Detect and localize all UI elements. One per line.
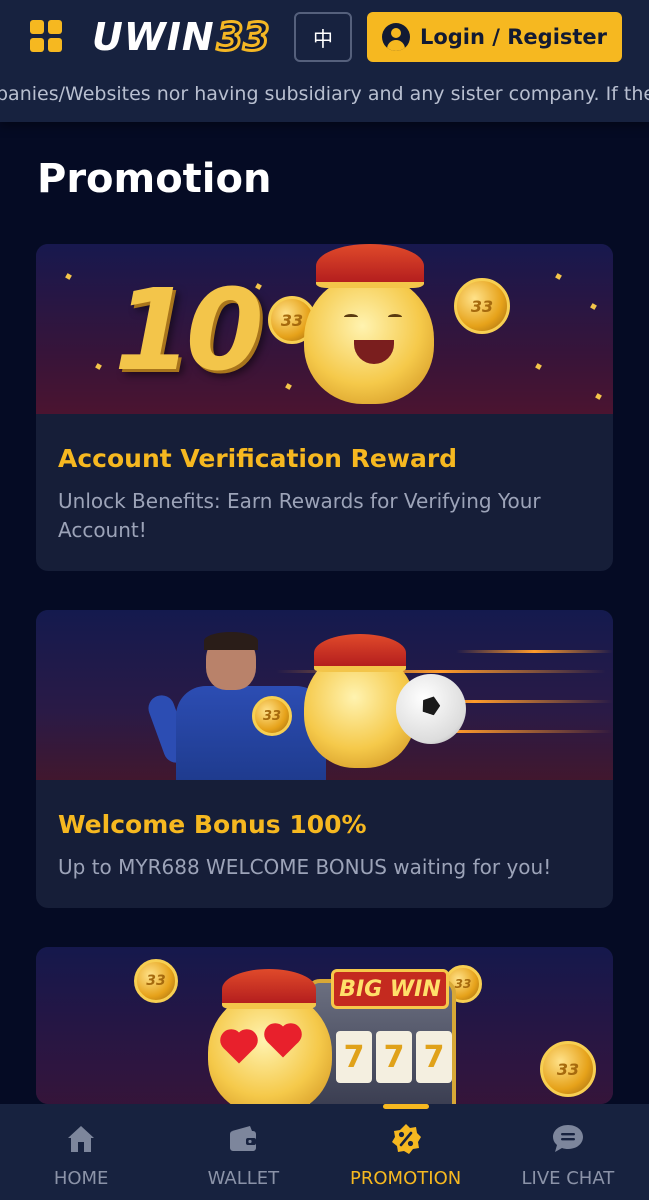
mascot-image: [304, 274, 434, 404]
bottom-navigation: HOME WALLET PROMOTION LIVE CHAT: [0, 1104, 649, 1200]
big-win-sign: BIG WIN: [331, 969, 449, 1009]
menu-grid-icon[interactable]: [30, 20, 64, 54]
promotion-banner: 10 33 33: [36, 244, 613, 414]
nav-wallet[interactable]: WALLET: [162, 1104, 324, 1200]
promotion-banner: 33 33 33 BIG WIN 7 7 7: [36, 947, 613, 1104]
promotion-banner: 33: [36, 610, 613, 780]
promotion-card-account-verification[interactable]: 10 33 33 Account Verification Reward Unl…: [36, 244, 613, 571]
nav-label: WALLET: [207, 1168, 280, 1189]
nav-live-chat[interactable]: LIVE CHAT: [487, 1104, 649, 1200]
coin-icon: 33: [252, 696, 292, 736]
promotion-title: Account Verification Reward: [58, 444, 458, 473]
nav-promotion[interactable]: PROMOTION: [325, 1104, 487, 1200]
reward-number-graphic: 10: [114, 266, 264, 396]
language-button[interactable]: 中: [294, 12, 352, 62]
login-register-button[interactable]: Login / Register: [367, 12, 622, 62]
promotion-description: Up to MYR688 WELCOME BONUS waiting for y…: [58, 855, 552, 879]
nav-label: LIVE CHAT: [521, 1168, 615, 1189]
logo-number: 33: [215, 14, 271, 61]
logo-text: UWIN: [92, 15, 215, 59]
nav-label: PROMOTION: [350, 1168, 462, 1189]
promotion-card-big-win[interactable]: 33 33 33 BIG WIN 7 7 7: [36, 947, 613, 1104]
login-register-label: Login / Register: [419, 25, 608, 49]
home-icon: [68, 1126, 95, 1152]
coin-icon: 33: [454, 278, 510, 334]
coin-icon: 33: [134, 959, 178, 1003]
top-header: UWIN 33 中 Login / Register panies/Websit…: [0, 0, 649, 122]
nav-label: HOME: [53, 1168, 109, 1189]
promotion-description: Unlock Benefits: Earn Rewards for Verify…: [58, 489, 541, 542]
user-icon: [381, 23, 410, 51]
promotion-card-welcome-bonus[interactable]: 33 Welcome Bonus 100% Up to MYR688 WELCO…: [36, 610, 613, 908]
chat-icon: [552, 1125, 583, 1152]
site-logo[interactable]: UWIN 33: [92, 10, 271, 64]
coin-icon: 33: [540, 1041, 596, 1097]
active-indicator: [382, 1104, 429, 1109]
promotion-title: Welcome Bonus 100%: [58, 810, 367, 839]
nav-home[interactable]: HOME: [0, 1104, 162, 1200]
wallet-icon: [230, 1126, 257, 1151]
announcement-marquee: panies/Websites nor having subsidiary an…: [0, 78, 649, 110]
soccer-ball-image: [396, 674, 466, 744]
marquee-text: panies/Websites nor having subsidiary an…: [0, 83, 649, 105]
page-title: Promotion: [37, 156, 272, 202]
promotion-icon: [391, 1124, 421, 1154]
